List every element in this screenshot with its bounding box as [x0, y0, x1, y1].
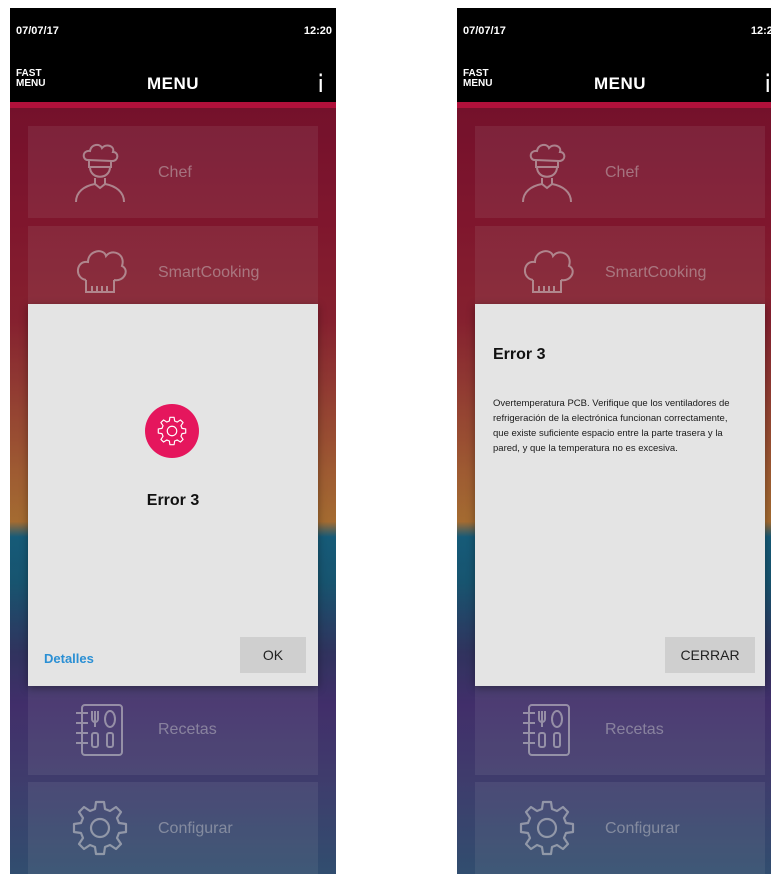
right-screen: 07/07/17 12:20 FAST MENU MENU i Chef Sma… [457, 8, 771, 874]
gear-icon [145, 404, 199, 458]
menu-bar: FAST MENU MENU i [457, 50, 771, 102]
menu-title: MENU [593, 74, 647, 93]
status-bar: 07/07/17 12:20 [457, 8, 771, 50]
menu-bar: FAST MENU MENU i [10, 50, 336, 102]
error-dialog: Error 3 Detalles OK [28, 304, 318, 686]
error-gear-badge [145, 404, 199, 458]
close-button[interactable]: CERRAR [665, 637, 755, 673]
dialog-title: Error 3 [146, 492, 200, 509]
status-date: 07/07/17 [16, 25, 59, 37]
dialog-title: Error 3 [493, 346, 546, 363]
ok-button[interactable]: OK [240, 637, 306, 673]
info-icon[interactable]: i [764, 72, 771, 96]
status-date: 07/07/17 [463, 25, 506, 37]
info-icon[interactable]: i [317, 72, 324, 96]
error-details-dialog: Error 3 Overtemperatura PCB. Verifique q… [475, 304, 765, 686]
status-time: 12:20 [750, 25, 771, 37]
status-bar: 07/07/17 12:20 [10, 8, 336, 50]
details-link[interactable]: Detalles [44, 651, 94, 666]
menu-title: MENU [146, 74, 200, 93]
status-time: 12:20 [303, 25, 332, 37]
error-description: Overtemperatura PCB. Verifique que los v… [493, 398, 730, 454]
left-screen: 07/07/17 12:20 FAST MENU MENU i Chef Sma… [10, 8, 336, 874]
